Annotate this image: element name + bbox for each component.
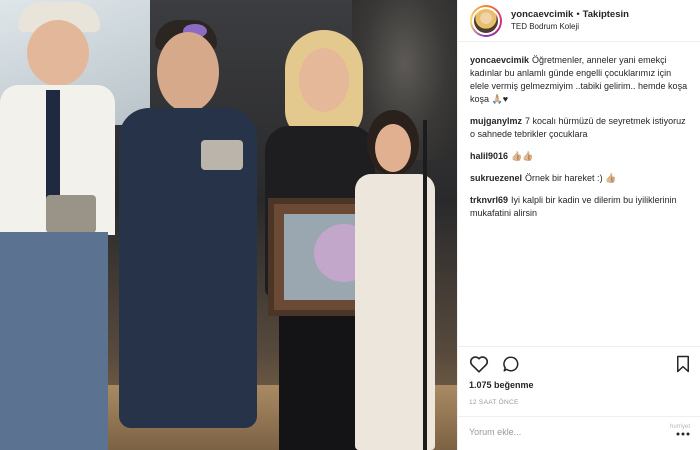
like-count[interactable]: 1.075 beğenme xyxy=(469,380,534,390)
speech-bubble-icon[interactable] xyxy=(501,355,521,378)
person-girl-navy-dress xyxy=(105,20,265,450)
profile-avatar-icon[interactable] xyxy=(472,6,500,35)
comment-text: Örnek bir hareket :) 👍🏼 xyxy=(525,173,617,184)
add-comment-bar xyxy=(457,416,700,450)
post-author-username[interactable]: yoncaevcimik xyxy=(511,9,573,20)
following-button[interactable]: Takiptesin xyxy=(583,9,629,20)
post-actions-bar xyxy=(457,346,700,376)
comment-item: halil9016 👍🏼👍🏼 xyxy=(470,150,688,163)
bookmark-icon[interactable] xyxy=(675,355,691,378)
comment-item: trknvrl69 Iyi kalpli bir kadin ve dilerim… xyxy=(470,194,688,220)
watermark: hurriyet xyxy=(670,424,691,430)
comment-item: sukruezenel Örnek bir hareket :) 👍🏼 xyxy=(470,172,688,185)
story-ring[interactable] xyxy=(470,4,502,37)
header-separator: • xyxy=(576,9,580,20)
person-girl-white-dress xyxy=(355,110,440,450)
comment-text: 👍🏼👍🏼 xyxy=(511,151,534,162)
post-header: yoncaevcimik • Takiptesin TED Bodrum Kol… xyxy=(458,0,700,42)
comment-list: yoncaevcimik Öğretmenler, anneler yani em… xyxy=(458,42,700,342)
comment-item: yoncaevcimik Öğretmenler, anneler yani em… xyxy=(470,54,688,106)
microphone-stand xyxy=(423,120,427,450)
post-timestamp[interactable]: 12 SAAT ÖNCE xyxy=(469,399,519,406)
comment-item: mujganylmz 7 kocalı hürmüzü de seyretmek … xyxy=(470,115,688,141)
heart-outline-icon[interactable] xyxy=(469,355,489,378)
comment-username[interactable]: mujganylmz xyxy=(470,116,522,126)
comment-username[interactable]: trknvrl69 xyxy=(470,195,508,205)
person-boy-with-hat xyxy=(0,0,120,450)
comment-username[interactable]: halil9016 xyxy=(470,151,508,161)
post-location[interactable]: TED Bodrum Koleji xyxy=(511,22,629,32)
comment-username[interactable]: sukruezenel xyxy=(470,173,522,183)
comment-input[interactable] xyxy=(469,427,649,437)
post-photo[interactable] xyxy=(0,0,457,450)
comment-username[interactable]: yoncaevcimik xyxy=(470,55,529,65)
